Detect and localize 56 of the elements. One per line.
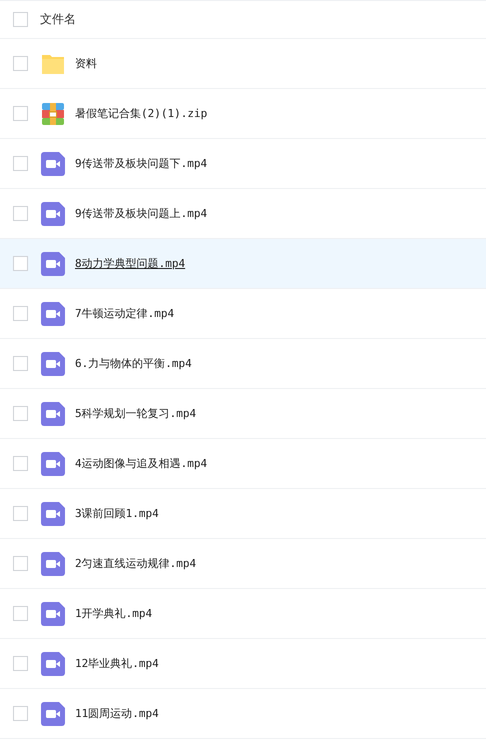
checkbox[interactable] — [13, 606, 28, 621]
video-icon — [41, 352, 65, 376]
video-icon — [41, 402, 65, 426]
video-icon — [41, 552, 65, 576]
file-row[interactable]: 5科学规划一轮复习.mp4 — [0, 389, 486, 439]
checkbox[interactable] — [13, 156, 28, 171]
file-name[interactable]: 9传送带及板块问题下.mp4 — [75, 156, 208, 171]
checkbox[interactable] — [13, 456, 28, 471]
file-name[interactable]: 4运动图像与追及相遇.mp4 — [75, 456, 208, 471]
video-icon — [41, 652, 65, 676]
file-row[interactable]: 4运动图像与追及相遇.mp4 — [0, 439, 486, 489]
checkbox[interactable] — [13, 256, 28, 271]
video-icon — [41, 702, 65, 726]
video-icon — [41, 502, 65, 526]
file-row[interactable]: 3课前回顾1.mp4 — [0, 489, 486, 539]
video-icon — [41, 252, 65, 276]
file-row[interactable]: 资料 — [0, 39, 486, 89]
file-name[interactable]: 2匀速直线运动规律.mp4 — [75, 556, 196, 571]
file-name[interactable]: 7牛顿运动定律.mp4 — [75, 306, 174, 321]
file-name[interactable]: 3课前回顾1.mp4 — [75, 506, 159, 521]
file-name[interactable]: 8动力学典型问题.mp4 — [75, 256, 186, 271]
checkbox[interactable] — [13, 306, 28, 321]
file-name[interactable]: 暑假笔记合集(2)(1).zip — [75, 106, 208, 121]
file-row[interactable]: 7牛顿运动定律.mp4 — [0, 289, 486, 339]
checkbox[interactable] — [13, 556, 28, 571]
checkbox[interactable] — [13, 206, 28, 221]
video-icon — [41, 202, 65, 226]
checkbox[interactable] — [13, 12, 28, 27]
video-icon — [41, 602, 65, 626]
file-row[interactable]: 8动力学典型问题.mp4 — [0, 239, 486, 289]
video-icon — [41, 152, 65, 176]
checkbox[interactable] — [13, 56, 28, 71]
file-row[interactable]: 11圆周运动.mp4 — [0, 689, 486, 739]
column-header: 文件名 — [40, 11, 76, 28]
file-row[interactable]: 1开学典礼.mp4 — [0, 589, 486, 639]
file-name[interactable]: 9传送带及板块问题上.mp4 — [75, 206, 208, 221]
file-row[interactable]: 2匀速直线运动规律.mp4 — [0, 539, 486, 589]
file-name[interactable]: 资料 — [75, 56, 97, 71]
file-row[interactable]: 12毕业典礼.mp4 — [0, 639, 486, 689]
video-icon — [41, 302, 65, 326]
archive-icon — [41, 102, 65, 126]
file-name[interactable]: 1开学典礼.mp4 — [75, 606, 152, 621]
file-name[interactable]: 11圆周运动.mp4 — [75, 706, 159, 721]
file-name[interactable]: 6.力与物体的平衡.mp4 — [75, 356, 192, 371]
checkbox[interactable] — [13, 706, 28, 721]
checkbox[interactable] — [13, 506, 28, 521]
file-row[interactable]: 暑假笔记合集(2)(1).zip — [0, 89, 486, 139]
checkbox[interactable] — [13, 356, 28, 371]
file-name[interactable]: 5科学规划一轮复习.mp4 — [75, 406, 196, 421]
video-icon — [41, 452, 65, 476]
file-row[interactable]: 9传送带及板块问题下.mp4 — [0, 139, 486, 189]
checkbox[interactable] — [13, 106, 28, 121]
file-name[interactable]: 12毕业典礼.mp4 — [75, 656, 159, 671]
checkbox[interactable] — [13, 406, 28, 421]
file-row[interactable]: 6.力与物体的平衡.mp4 — [0, 339, 486, 389]
checkbox[interactable] — [13, 656, 28, 671]
